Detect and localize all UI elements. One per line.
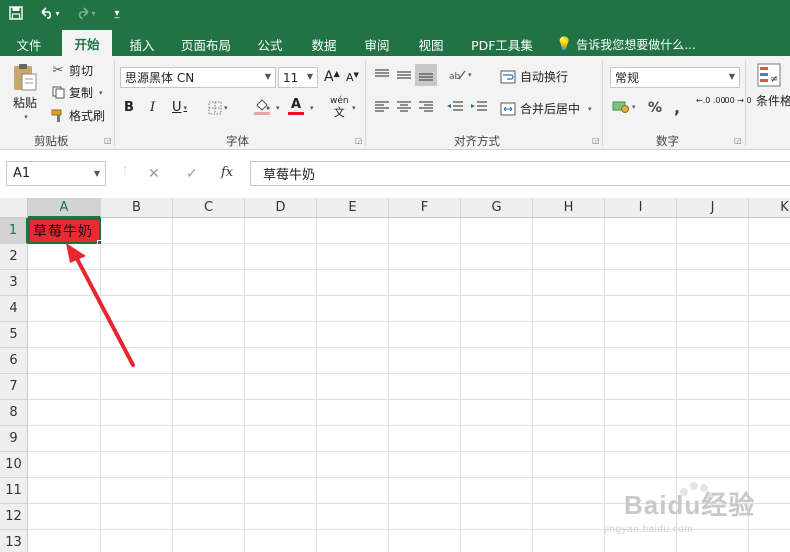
watermark-brand: Baidu经验: [624, 490, 756, 520]
watermark-url: jingyan.baidu.com: [604, 524, 694, 535]
annotation-layer: [66, 243, 135, 367]
red-arrow-head: [66, 243, 86, 263]
red-arrow-shaft: [72, 251, 135, 367]
